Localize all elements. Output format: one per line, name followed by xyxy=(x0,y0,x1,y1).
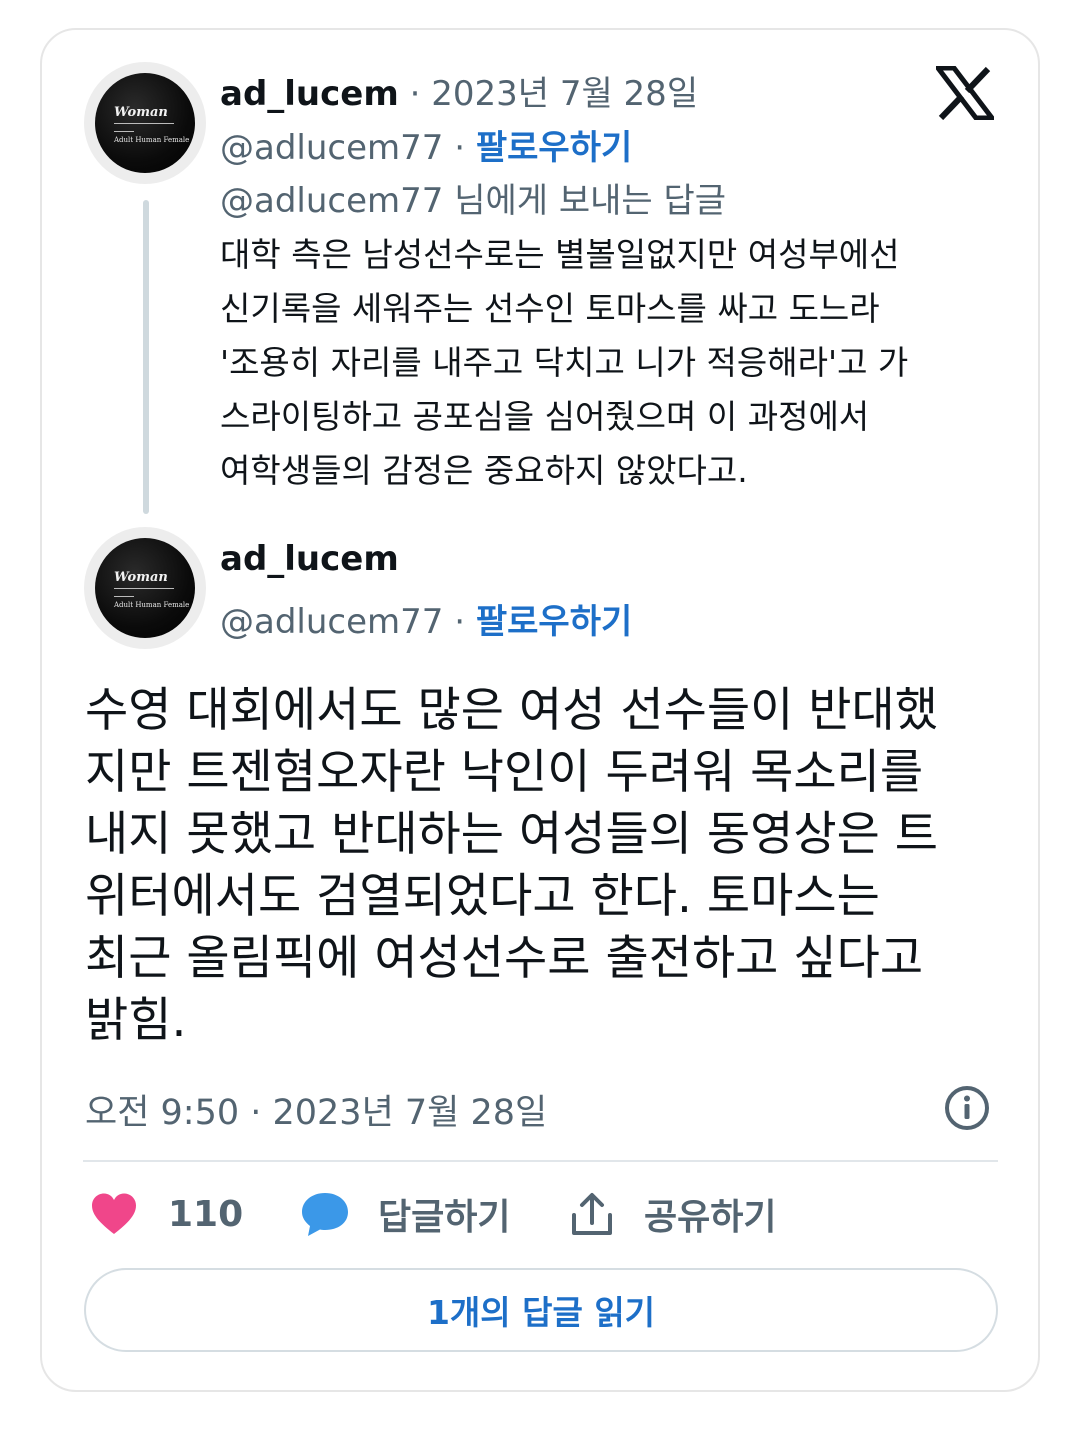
follow-button[interactable]: 팔로우하기 xyxy=(476,602,632,642)
reply-author-line: ad_lucem · 2023년 7월 28일 xyxy=(220,66,698,115)
handle[interactable]: @adlucem77 xyxy=(220,602,443,642)
avatar[interactable]: Woman Adult Human Female xyxy=(84,62,206,184)
like-count: 110 xyxy=(168,1193,244,1235)
thread-connector-line xyxy=(143,200,149,514)
post-date[interactable]: · 2023년 7월 28일 xyxy=(399,74,699,114)
reply-tweet-text: 대학 측은 남성선수로는 별볼일없지만 여성부에선 신기록을 세워주는 선수인 … xyxy=(220,235,909,490)
info-icon[interactable] xyxy=(943,1084,991,1132)
reply-bubble-icon xyxy=(302,1193,348,1236)
avatar[interactable]: Woman Adult Human Female xyxy=(84,527,206,649)
follow-button[interactable]: 팔로우하기 xyxy=(476,128,632,168)
main-handle-line: @adlucem77 · 팔로우하기 xyxy=(220,602,633,642)
display-name[interactable]: ad_lucem xyxy=(220,74,399,114)
read-replies-button[interactable]: 1개의 답글 읽기 xyxy=(84,1268,998,1352)
like-button[interactable]: 110 xyxy=(90,1184,243,1244)
x-logo-icon[interactable] xyxy=(936,66,994,120)
display-name[interactable]: ad_lucem xyxy=(220,539,399,579)
share-icon xyxy=(572,1193,612,1235)
reply-handle-line: @adlucem77 · 팔로우하기 xyxy=(220,128,633,168)
reply-button[interactable]: 답글하기 xyxy=(300,1184,510,1244)
divider xyxy=(83,1160,998,1162)
handle[interactable]: @adlucem77 xyxy=(220,128,443,168)
replying-to: @adlucem77 님에게 보내는 답글 xyxy=(220,181,727,221)
main-tweet-text: 수영 대회에서도 많은 여성 선수들이 반대했 지만 트젠혐오자란 낙인이 두려… xyxy=(85,683,939,1048)
tweet-timestamp[interactable]: 오전 9:50 · 2023년 7월 28일 xyxy=(85,1084,547,1135)
heart-icon xyxy=(92,1193,136,1234)
share-button[interactable]: 공유하기 xyxy=(570,1184,776,1244)
